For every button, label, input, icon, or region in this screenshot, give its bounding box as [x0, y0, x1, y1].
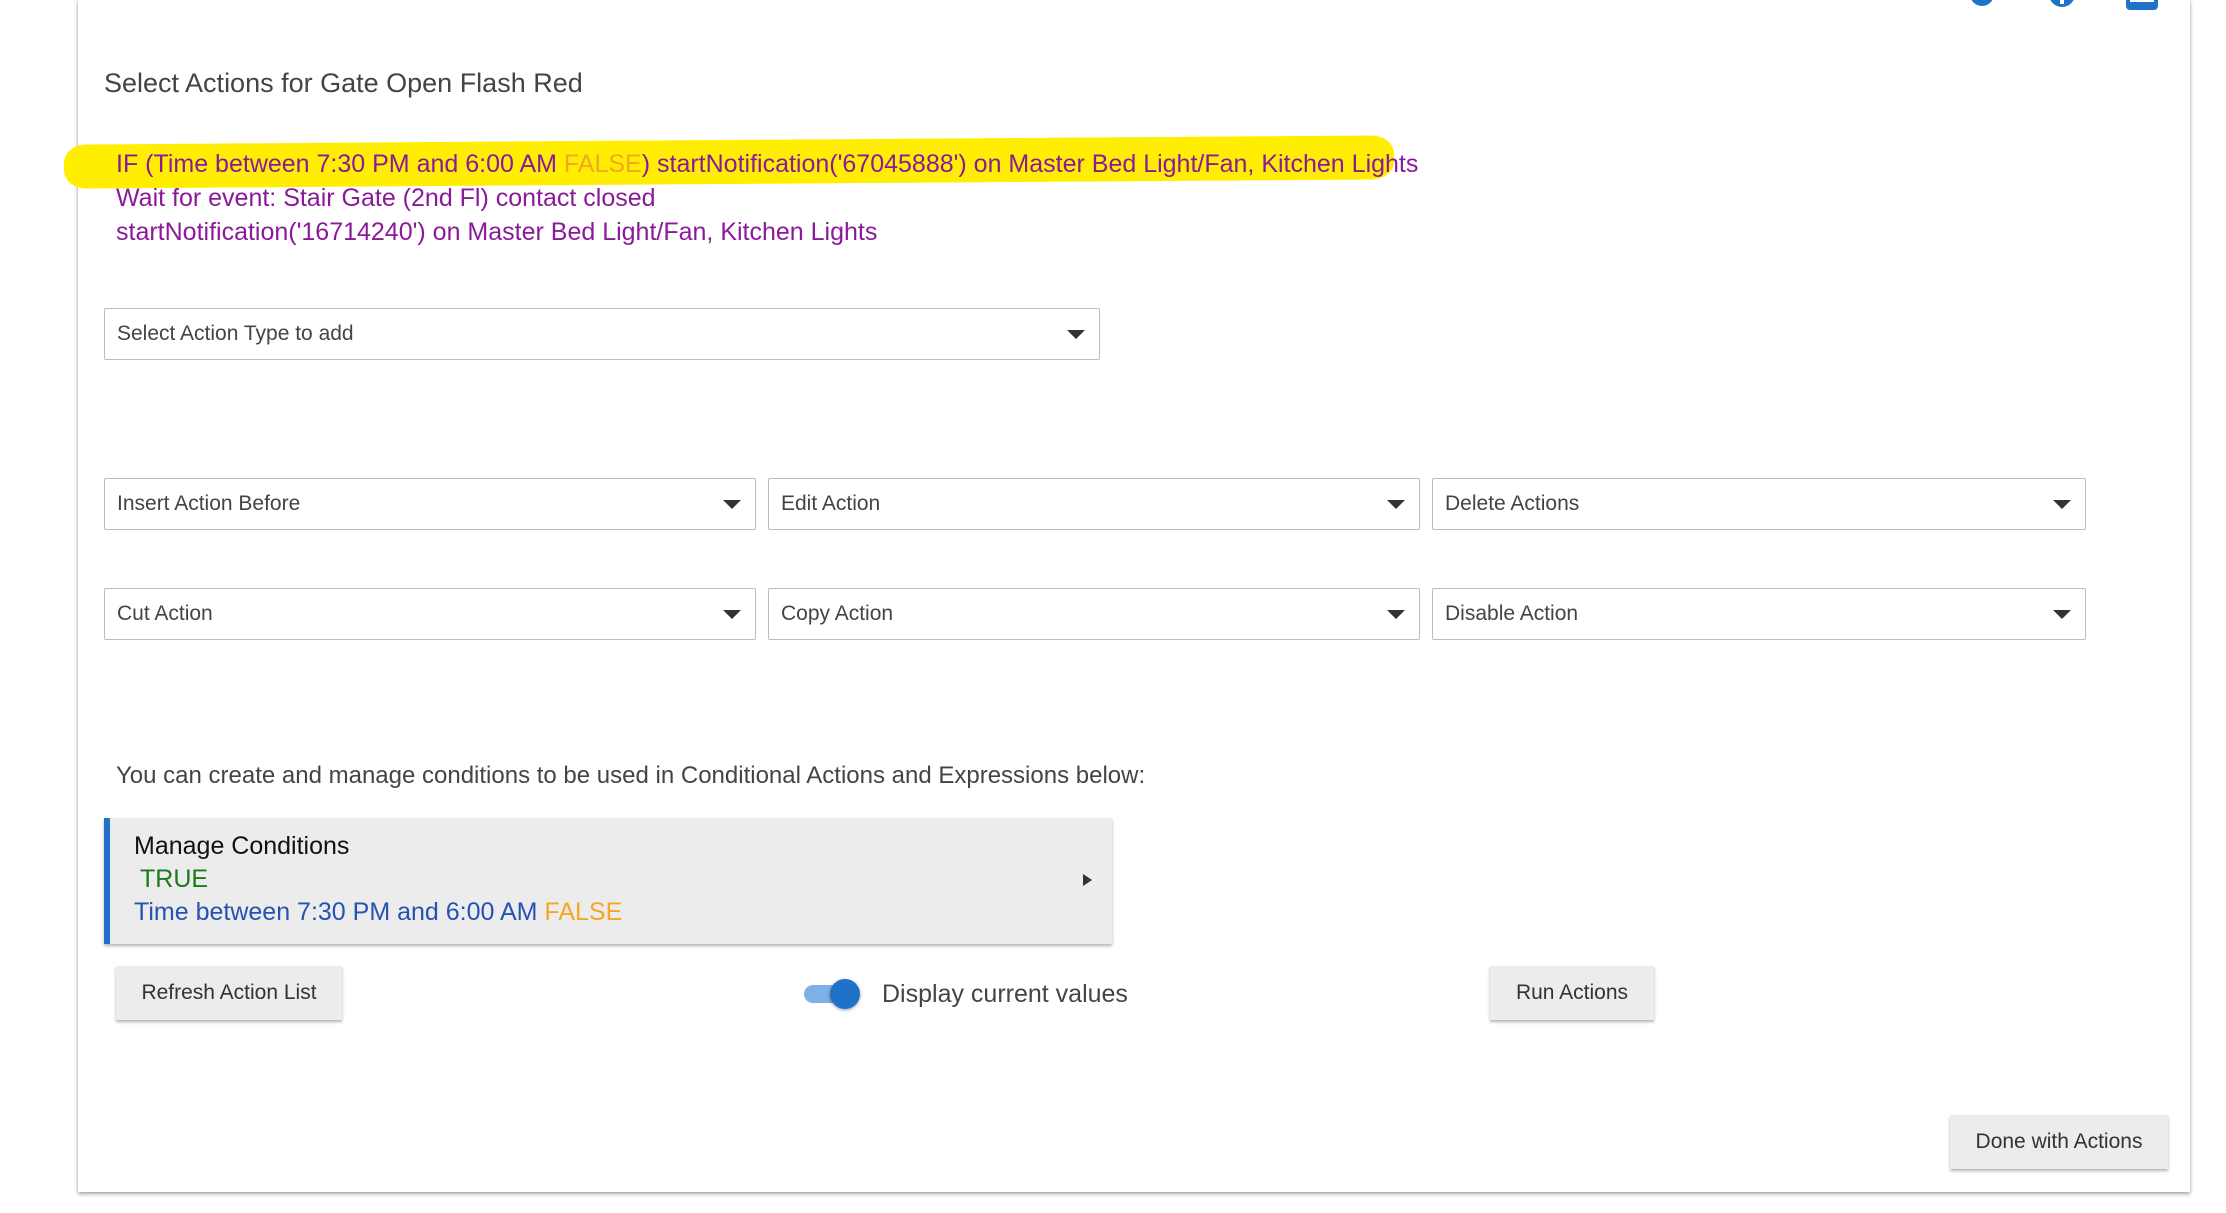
edit-action-select[interactable]: Edit Action [768, 478, 1420, 530]
refresh-action-list-button[interactable]: Refresh Action List [116, 966, 342, 1020]
copy-action-label: Copy Action [781, 602, 894, 625]
display-values-toggle[interactable] [804, 979, 860, 1009]
copy-action-select[interactable]: Copy Action [768, 588, 1420, 640]
caret-down-icon [1387, 609, 1405, 619]
action-line-2[interactable]: Wait for event: Stair Gate (2nd Fl) cont… [116, 184, 656, 213]
action-type-select[interactable]: Select Action Type to add [104, 308, 1100, 360]
insert-action-before-label: Insert Action Before [117, 492, 301, 515]
conditions-intro: You can create and manage conditions to … [116, 762, 1146, 789]
action-line-1[interactable]: IF (Time between 7:30 PM and 6:00 AM FAL… [116, 150, 1418, 179]
delete-actions-label: Delete Actions [1445, 492, 1580, 515]
expand-arrow-icon [1083, 874, 1092, 886]
help-icon[interactable] [2044, 0, 2080, 14]
window-icon[interactable] [2124, 0, 2160, 14]
cut-action-label: Cut Action [117, 602, 213, 625]
toggle-knob [830, 979, 860, 1009]
overall-status-true: TRUE [140, 865, 209, 893]
manage-conditions-panel[interactable]: Manage Conditions TRUE Time between 7:30… [104, 818, 1112, 944]
caret-down-icon [1067, 329, 1085, 339]
edit-action-label: Edit Action [781, 492, 881, 515]
cut-action-select[interactable]: Cut Action [104, 588, 756, 640]
page-title: Select Actions for Gate Open Flash Red [104, 68, 583, 98]
done-with-actions-button[interactable]: Done with Actions [1950, 1115, 2168, 1169]
action-line-1-prefix: IF (Time between 7:30 PM and 6:00 AM [116, 150, 564, 178]
manage-conditions-title: Manage Conditions [134, 832, 350, 860]
condition-line: Time between 7:30 PM and 6:00 AM FALSE [134, 898, 622, 927]
caret-down-icon [723, 609, 741, 619]
action-line-1-suffix: ) startNotification('67045888') on Maste… [641, 150, 1419, 178]
condition-status: FALSE [544, 898, 623, 926]
top-toolbar [1964, 0, 2160, 14]
actions-card: Select Actions for Gate Open Flash Red I… [63, 0, 2190, 1192]
display-values-label: Display current values [882, 980, 1128, 1008]
action-line-1-status: FALSE [563, 150, 642, 178]
page: Select Actions for Gate Open Flash Red I… [0, 0, 2226, 1213]
caret-down-icon [2053, 609, 2071, 619]
delete-actions-select[interactable]: Delete Actions [1432, 478, 2086, 530]
disable-action-label: Disable Action [1445, 602, 1579, 625]
caret-down-icon [723, 499, 741, 509]
caret-down-icon [2053, 499, 2071, 509]
caret-down-icon [1387, 499, 1405, 509]
condition-text: Time between 7:30 PM and 6:00 AM [134, 898, 545, 926]
action-type-select-label: Select Action Type to add [117, 322, 354, 345]
gear-icon[interactable] [1964, 0, 2000, 14]
run-actions-button[interactable]: Run Actions [1490, 966, 1654, 1020]
insert-action-before-select[interactable]: Insert Action Before [104, 478, 756, 530]
action-line-3[interactable]: startNotification('16714240') on Master … [116, 218, 877, 247]
disable-action-select[interactable]: Disable Action [1432, 588, 2086, 640]
